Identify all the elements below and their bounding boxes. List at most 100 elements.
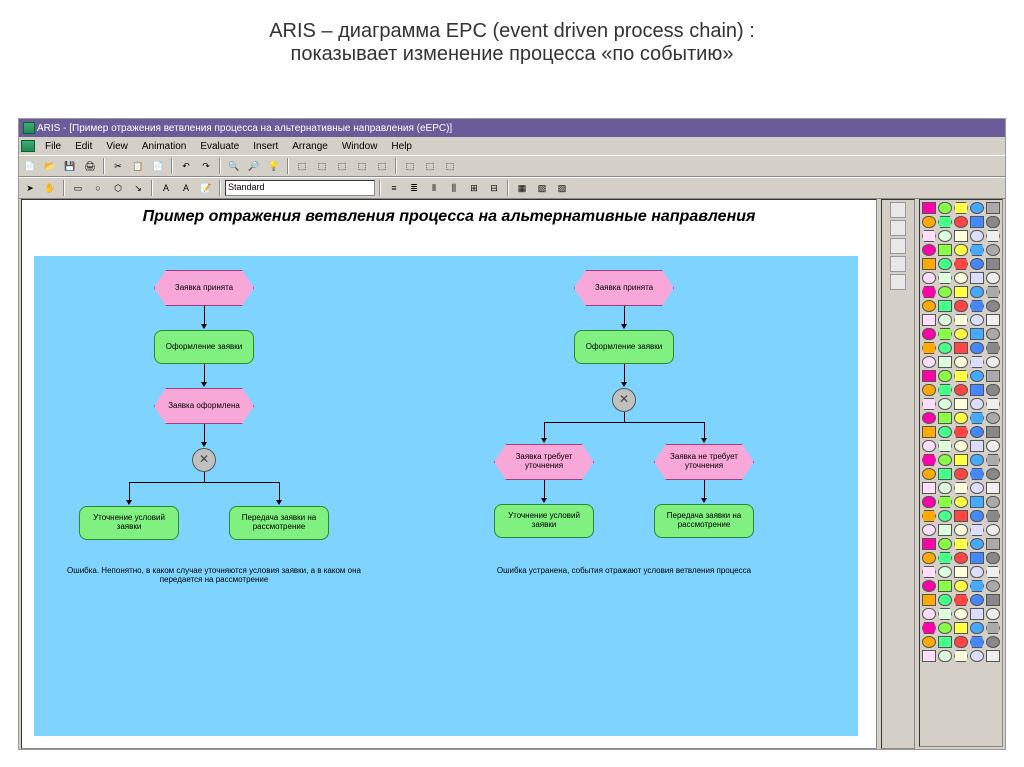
palette-shape[interactable] [922,398,936,410]
palette-shape[interactable] [970,384,984,396]
palette-shape[interactable] [970,356,984,368]
menu-view[interactable]: View [100,141,134,152]
palette-shape[interactable] [986,482,1000,494]
palette-shape[interactable] [970,552,984,564]
layer-button[interactable]: ▨ [553,179,571,197]
palette-shape[interactable] [938,314,952,326]
search-button[interactable]: 🔎 [245,157,263,175]
hand-button[interactable]: ✋ [41,179,59,197]
palette-shape[interactable] [922,384,936,396]
palette-shape[interactable] [922,468,936,480]
palette-shape[interactable] [986,580,1000,592]
palette-shape[interactable] [970,524,984,536]
palette-shape[interactable] [970,328,984,340]
palette-shape[interactable] [922,440,936,452]
tool-button[interactable]: ⬚ [441,157,459,175]
palette-shape[interactable] [954,230,968,242]
xor-connector[interactable]: ✕ [192,448,216,472]
palette-shape[interactable] [986,636,1000,648]
palette-shape[interactable] [986,524,1000,536]
palette-shape[interactable] [954,580,968,592]
palette-shape[interactable] [970,496,984,508]
palette-shape[interactable] [922,342,936,354]
palette-shape[interactable] [970,230,984,242]
palette-shape[interactable] [922,580,936,592]
palette-shape[interactable] [970,300,984,312]
palette-shape[interactable] [986,538,1000,550]
palette-shape[interactable] [954,216,968,228]
palette-shape[interactable] [970,594,984,606]
side-tool[interactable] [890,238,906,254]
xor-connector-2[interactable]: ✕ [612,388,636,412]
palette-shape[interactable] [922,286,936,298]
tool-button[interactable]: ⬚ [373,157,391,175]
function-clarify[interactable]: Уточнение условий заявки [79,506,179,540]
palette-shape[interactable] [938,496,952,508]
palette-shape[interactable] [954,440,968,452]
palette-shape[interactable] [954,342,968,354]
tool-button[interactable]: ⬚ [401,157,419,175]
tool-button[interactable]: ⬚ [353,157,371,175]
event-request-accepted-2[interactable]: Заявка принята [574,270,674,306]
palette-shape[interactable] [922,496,936,508]
palette-shape[interactable] [938,398,952,410]
palette-shape[interactable] [954,356,968,368]
palette-shape[interactable] [970,538,984,550]
window-titlebar[interactable]: ARIS - [Пример отражения ветвления проце… [19,119,1005,137]
palette-shape[interactable] [938,384,952,396]
diagram-canvas[interactable]: Пример отражения ветвления процесса на а… [21,199,877,749]
shape-button[interactable]: ○ [89,179,107,197]
palette-shape[interactable] [954,636,968,648]
palette-shape[interactable] [954,398,968,410]
palette-shape[interactable] [938,622,952,634]
palette-shape[interactable] [922,566,936,578]
side-tool[interactable] [890,202,906,218]
side-tool[interactable] [890,220,906,236]
palette-shape[interactable] [986,468,1000,480]
palette-shape[interactable] [938,412,952,424]
palette-shape[interactable] [922,454,936,466]
connector-button[interactable]: ↘ [129,179,147,197]
palette-shape[interactable] [922,230,936,242]
menu-edit[interactable]: Edit [69,141,98,152]
palette-shape[interactable] [938,524,952,536]
palette-shape[interactable] [986,384,1000,396]
menu-help[interactable]: Help [385,141,418,152]
function-register-request[interactable]: Оформление заявки [154,330,254,364]
tool-button[interactable]: ⬚ [293,157,311,175]
palette-shape[interactable] [986,370,1000,382]
print-button[interactable]: 🖨 [81,157,99,175]
palette-shape[interactable] [938,510,952,522]
palette-shape[interactable] [938,300,952,312]
palette-shape[interactable] [970,636,984,648]
palette-shape[interactable] [986,328,1000,340]
open-button[interactable]: 📂 [41,157,59,175]
text-button[interactable]: A [157,179,175,197]
align-button[interactable]: ⫴ [425,179,443,197]
palette-shape[interactable] [954,622,968,634]
palette-shape[interactable] [970,468,984,480]
align-button[interactable]: ⫼ [445,179,463,197]
palette-shape[interactable] [970,482,984,494]
palette-shape[interactable] [970,608,984,620]
palette-shape[interactable] [986,496,1000,508]
palette-shape[interactable] [986,426,1000,438]
palette-shape[interactable] [922,202,936,214]
palette-shape[interactable] [986,314,1000,326]
tool-button[interactable]: ⬚ [421,157,439,175]
redo-button[interactable]: ↷ [197,157,215,175]
palette-shape[interactable] [986,300,1000,312]
palette-shape[interactable] [970,580,984,592]
palette-shape[interactable] [970,244,984,256]
event-needs-clarify[interactable]: Заявка требует уточнения [494,444,594,480]
palette-shape[interactable] [954,426,968,438]
palette-shape[interactable] [970,202,984,214]
palette-shape[interactable] [938,454,952,466]
palette-shape[interactable] [986,552,1000,564]
new-button[interactable]: 📄 [21,157,39,175]
palette-shape[interactable] [954,328,968,340]
function-forward-2[interactable]: Передача заявки на рассмотрение [654,504,754,538]
palette-shape[interactable] [938,426,952,438]
palette-shape[interactable] [970,650,984,662]
palette-shape[interactable] [970,454,984,466]
